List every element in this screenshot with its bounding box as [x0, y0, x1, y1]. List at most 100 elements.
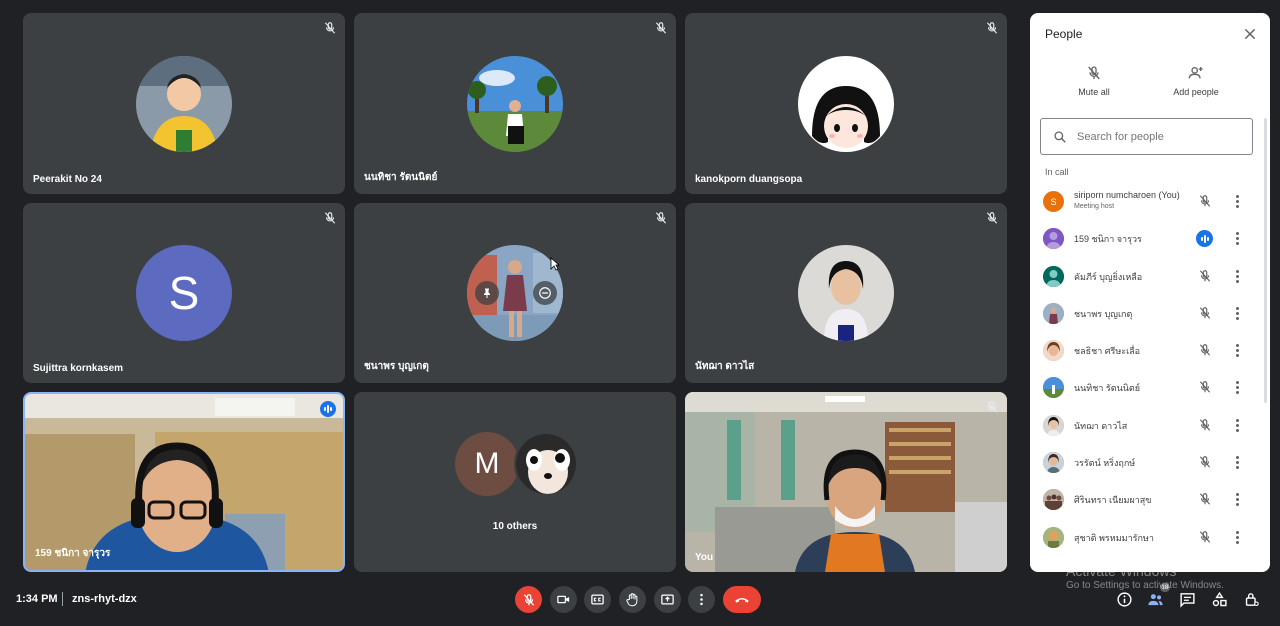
avatar — [1043, 526, 1064, 548]
participant-name: นัทฌา ดาวไส — [1074, 420, 1128, 431]
participant-tile[interactable]: Peerakit No 24 — [23, 13, 345, 194]
panel-scrollbar[interactable] — [1264, 118, 1267, 403]
more-options-icon[interactable] — [1233, 194, 1241, 209]
mic-off-icon — [324, 22, 336, 34]
panel-title: People — [1045, 27, 1083, 41]
search-icon — [1054, 130, 1066, 143]
mic-off-icon[interactable] — [1198, 269, 1212, 283]
add-person-icon — [1188, 67, 1203, 79]
chat-icon[interactable] — [1179, 591, 1196, 608]
avatar — [1043, 489, 1064, 511]
more-options-button[interactable] — [688, 586, 715, 613]
list-item[interactable]: คัมภีร์ บุญยิ่งเหลือ — [1030, 258, 1262, 295]
mute-all-label: Mute all — [1078, 87, 1110, 97]
avatar: S — [1043, 191, 1064, 212]
search-box[interactable] — [1040, 118, 1253, 155]
more-options-icon[interactable] — [1233, 455, 1241, 470]
list-item[interactable]: ชลธิชา ศรีษะเลื่อ — [1030, 332, 1262, 369]
list-item[interactable]: 159 ชนิกา จารุวร — [1030, 220, 1262, 257]
avatar — [1043, 302, 1064, 324]
more-options-icon[interactable] — [1233, 269, 1241, 284]
mic-off-icon[interactable] — [1198, 492, 1212, 506]
participant-name: kanokporn duangsopa — [695, 174, 803, 185]
more-options-icon[interactable] — [1233, 418, 1241, 433]
participant-avatar — [798, 55, 894, 152]
participant-name: You — [695, 552, 714, 563]
more-options-icon[interactable] — [1233, 306, 1241, 321]
remove-participant-button[interactable] — [533, 281, 557, 305]
microphone-toggle-button[interactable] — [515, 586, 542, 613]
participant-role: Meeting host — [1074, 203, 1115, 210]
participant-avatar — [136, 55, 232, 152]
pin-button[interactable] — [475, 281, 499, 305]
video-grid: Peerakit No 24 นนทิชา รัตนนิตย์ kanokpor… — [23, 13, 1007, 573]
participant-tile[interactable]: ชนาพร บุญเกตุ — [354, 203, 676, 383]
mute-all-button[interactable]: Mute all — [1054, 65, 1134, 97]
mic-off-icon — [986, 212, 998, 224]
list-item[interactable]: นัทฌา ดาวไส — [1030, 407, 1262, 444]
audio-level-icon — [324, 405, 332, 413]
host-controls-icon[interactable] — [1243, 591, 1260, 608]
participant-name: Peerakit No 24 — [33, 174, 102, 185]
activities-icon[interactable] — [1211, 591, 1228, 608]
list-item[interactable]: วรรัตน์ หริ่งฤกษ์ — [1030, 444, 1262, 481]
participant-avatar — [467, 245, 563, 341]
info-icon[interactable] — [1116, 591, 1133, 608]
self-video-tile[interactable]: You — [685, 392, 1007, 572]
raise-hand-button[interactable] — [619, 586, 646, 613]
add-people-button[interactable]: Add people — [1156, 65, 1236, 97]
mic-off-icon — [986, 22, 998, 34]
more-options-icon[interactable] — [1233, 343, 1241, 358]
participant-name: นนทิชา รัตนนิตย์ — [364, 172, 438, 183]
people-icon[interactable] — [1147, 591, 1164, 608]
camera-toggle-button[interactable] — [550, 586, 577, 613]
activate-windows-watermark: Activate Windows Go to Settings to activ… — [1066, 563, 1224, 591]
more-options-icon[interactable] — [1233, 231, 1241, 246]
mic-off-icon — [1088, 66, 1100, 80]
participant-tile[interactable]: นนทิชา รัตนนิตย์ — [354, 13, 676, 194]
participant-tile[interactable]: นัทฌา ดาวไส — [685, 203, 1007, 383]
search-input[interactable] — [1077, 130, 1237, 143]
speaking-indicator — [320, 401, 336, 417]
more-options-icon[interactable] — [1233, 380, 1241, 395]
list-item[interactable]: S siriporn numcharoen (You) Meeting host — [1030, 183, 1262, 220]
others-count-label: 10 others — [492, 521, 538, 532]
mic-off-icon[interactable] — [1198, 380, 1212, 394]
mic-off-icon[interactable] — [1198, 343, 1212, 357]
mic-off-icon[interactable] — [1198, 306, 1212, 320]
mic-off-icon[interactable] — [1198, 455, 1212, 469]
list-item[interactable]: นนทิชา รัตนนิตย์ — [1030, 369, 1262, 406]
mic-off-icon[interactable] — [1198, 418, 1212, 432]
participant-name: วรรัตน์ หริ่งฤกษ์ — [1074, 458, 1136, 469]
present-icon — [661, 594, 674, 605]
mic-off-icon — [523, 593, 534, 606]
participant-name: 159 ชนิกา จารุวร — [1074, 234, 1142, 245]
avatar — [1043, 414, 1064, 436]
participant-name: สุชาติ พรหมมารักษา — [1074, 532, 1154, 543]
more-options-icon[interactable] — [1233, 492, 1241, 507]
others-tile[interactable]: M 10 others — [354, 392, 676, 572]
in-call-section-label: In call — [1045, 167, 1069, 177]
participant-tile[interactable]: kanokporn duangsopa — [685, 13, 1007, 194]
present-screen-button[interactable] — [654, 586, 681, 613]
participant-name: ศิรินทรา เนียมผาสุข — [1074, 495, 1152, 506]
avatar — [1043, 228, 1064, 250]
others-avatar-photo — [514, 432, 578, 496]
list-item[interactable]: ศิรินทรา เนียมผาสุข — [1030, 481, 1262, 518]
participant-tile[interactable]: S Sujittra kornkasem — [23, 203, 345, 383]
list-item[interactable]: สุชาติ พรหมมารักษา — [1030, 519, 1262, 556]
mic-off-icon[interactable] — [1198, 194, 1212, 208]
divider — [62, 592, 63, 606]
participant-name: siriporn numcharoen (You) — [1074, 190, 1180, 200]
participant-name: นนทิชา รัตนนิตย์ — [1074, 383, 1141, 394]
avatar — [1043, 377, 1064, 399]
close-icon[interactable] — [1242, 26, 1258, 42]
more-options-icon[interactable] — [1233, 530, 1241, 545]
captions-button[interactable] — [584, 586, 611, 613]
mic-off-icon[interactable] — [1198, 530, 1212, 544]
leave-call-button[interactable] — [723, 586, 761, 613]
participant-name: ชลธิชา ศรีษะเลื่อ — [1074, 346, 1141, 357]
participant-video-tile[interactable]: 159 ชนิกา จารุวร — [23, 392, 345, 572]
participant-name: ชนาพร บุญเกตุ — [364, 361, 429, 372]
list-item[interactable]: ชนาพร บุญเกตุ — [1030, 295, 1262, 332]
